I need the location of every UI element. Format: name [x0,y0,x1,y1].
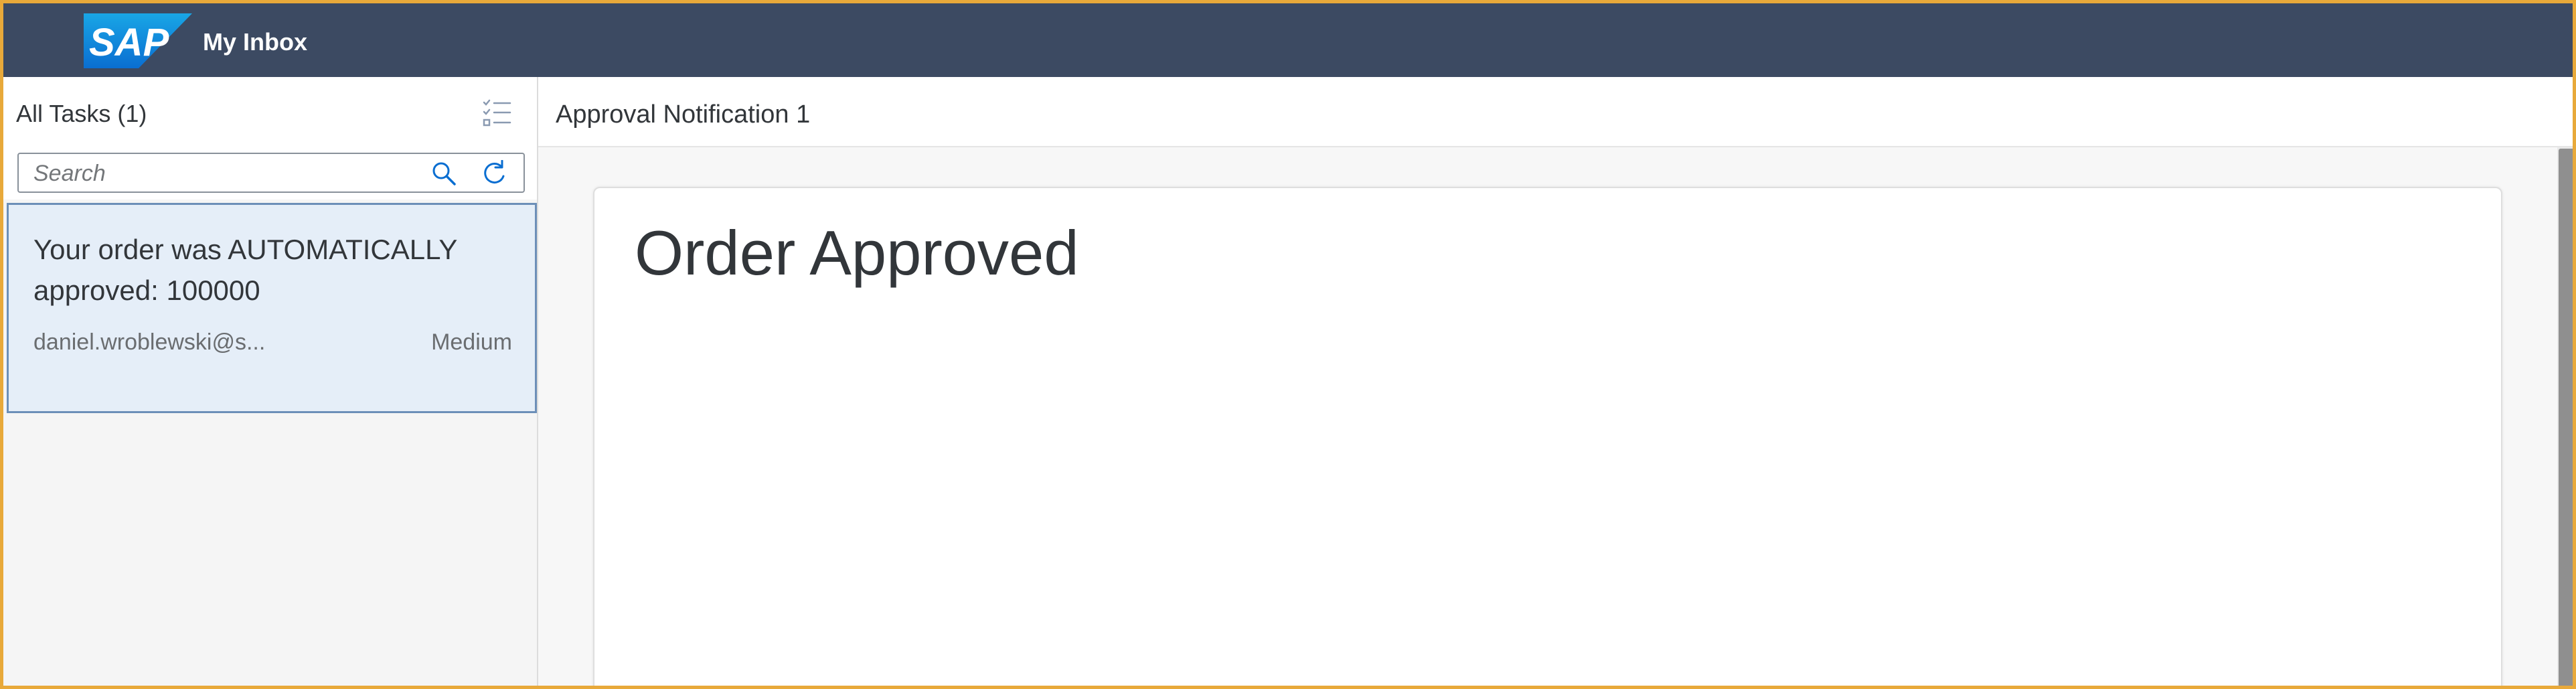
sap-logo[interactable]: SAP [84,13,192,68]
shell-bar: SAP My Inbox [3,3,2573,77]
task-list-item[interactable]: Your order was AUTOMATICALLY approved: 1… [7,203,537,413]
task-priority: Medium [431,329,512,355]
detail-pane: Approval Notification 1 Order Approved [538,77,2573,686]
detail-title: Approval Notification 1 [556,100,811,129]
detail-scrollbar[interactable] [2557,147,2573,686]
master-header: All Tasks (1) [3,77,537,146]
app-window: SAP My Inbox All Tasks (1) Search Your o… [0,0,2576,689]
task-title: Your order was AUTOMATICALLY approved: 1… [33,234,457,306]
sap-logo-text: SAP [89,21,169,64]
search-field[interactable] [17,153,525,193]
search-icon[interactable] [431,161,457,186]
master-title: All Tasks (1) [16,100,147,127]
card-heading: Order Approved [635,218,1079,288]
task-owner: daniel.wroblewski@s... [33,329,266,355]
refresh-icon[interactable] [481,160,507,187]
master-pane: All Tasks (1) Search Your order was AUTO… [3,77,538,686]
search-bar [3,146,537,200]
notification-card: Order Approved [593,187,2502,686]
detail-header: Approval Notification 1 [538,77,2573,147]
list-settings-icon[interactable] [482,98,513,129]
app-title: My Inbox [203,28,308,56]
scrollbar-thumb[interactable] [2559,149,2573,686]
search-input[interactable] [32,159,423,187]
